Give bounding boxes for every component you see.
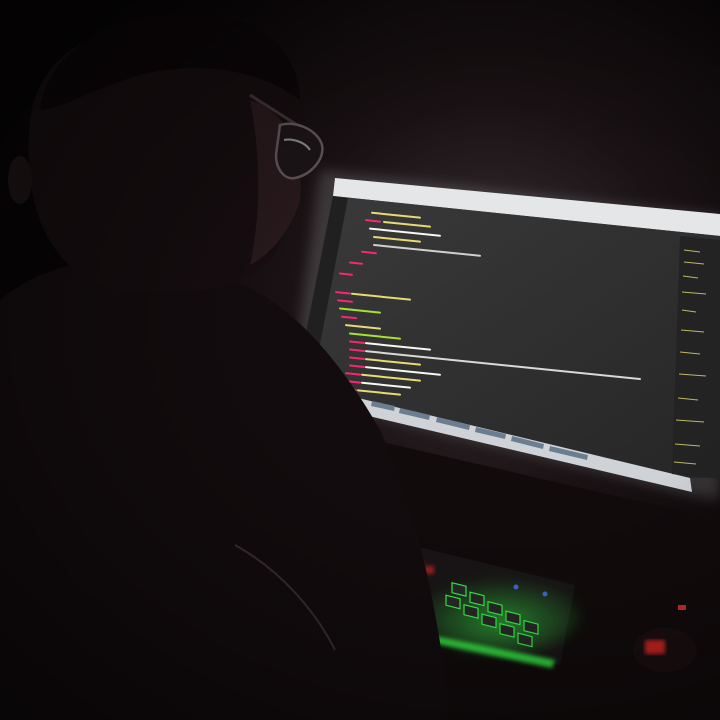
person-ear <box>8 156 32 204</box>
photo-scene <box>0 0 720 720</box>
editor-minimap <box>672 236 720 478</box>
